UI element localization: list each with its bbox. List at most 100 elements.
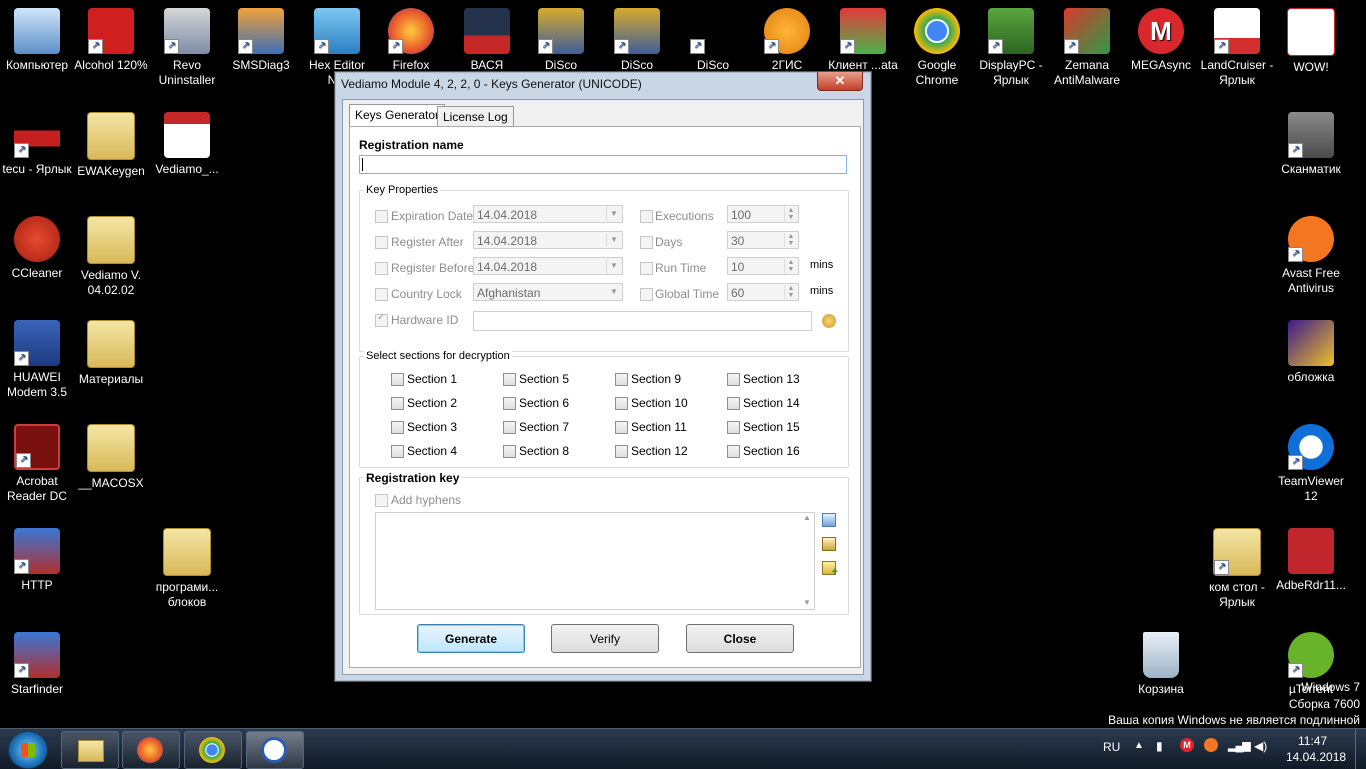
clock-time[interactable]: 11:47 [1298, 734, 1327, 748]
desktop-icon-adberdr[interactable]: AdbeRdr11... [1274, 528, 1348, 593]
desktop-icon-vediamo-folder[interactable]: Vediamo V. 04.02.02 [74, 216, 148, 298]
desktop-icon-zemana[interactable]: ↗ Zemana AntiMalware [1048, 8, 1126, 88]
desktop-icon-alcohol[interactable]: ↗ Alcohol 120% [74, 8, 148, 73]
run-time-checkbox[interactable] [640, 262, 653, 275]
desktop-icon-scanmatik[interactable]: ↗ Сканматик [1274, 112, 1348, 177]
desktop-icon-acrobat[interactable]: ↗ Acrobat Reader DC [0, 424, 74, 504]
days-checkbox[interactable] [640, 236, 653, 249]
desktop-icon-revo[interactable]: ↗ Revo Uninstaller [150, 8, 224, 88]
spinner-arrows-icon[interactable]: ▲ ▼ [784, 285, 797, 299]
add-hyphens-checkbox[interactable] [375, 494, 388, 507]
desktop-icon-ccleaner[interactable]: CCleaner [0, 216, 74, 281]
copy-icon[interactable] [822, 513, 836, 527]
taskbar-firefox[interactable] [122, 731, 180, 769]
global-time-spinner[interactable]: 60 ▲ ▼ [727, 283, 799, 301]
register-after-picker[interactable]: 14.04.2018 ▼ [473, 231, 623, 249]
taskbar-vediamo-keygen[interactable] [246, 731, 304, 769]
section-checkbox[interactable] [503, 373, 516, 386]
desktop-icon-displaypc[interactable]: ↗ DisplayPC - Ярлык [974, 8, 1048, 88]
desktop-icon-vediamo-pdf[interactable]: Vediamo_... [150, 112, 224, 177]
run-time-spinner[interactable]: 10 ▲ ▼ [727, 257, 799, 275]
show-hidden-icons[interactable]: ▲ [1134, 740, 1144, 751]
mega-tray-icon[interactable]: M [1180, 738, 1194, 752]
desktop-icon-client[interactable]: ↗ Клиент ...ata [826, 8, 900, 73]
desktop-icon-starfinder[interactable]: ↗ Starfinder [0, 632, 74, 697]
verify-button[interactable]: Verify [551, 624, 659, 653]
desktop-icon-cover[interactable]: обложка [1274, 320, 1348, 385]
hardware-id-lookup-icon[interactable] [822, 314, 836, 328]
show-desktop-button[interactable] [1355, 729, 1366, 769]
register-before-picker[interactable]: 14.04.2018 ▼ [473, 257, 623, 275]
section-checkbox[interactable] [727, 421, 740, 434]
keys-generator-window[interactable]: Vediamo Module 4, 2, 2, 0 - Keys Generat… [334, 71, 872, 682]
section-checkbox[interactable] [727, 397, 740, 410]
section-checkbox[interactable] [615, 373, 628, 386]
volume-icon[interactable]: ◀) [1254, 739, 1267, 753]
close-button[interactable]: Close [686, 624, 794, 653]
desktop-icon-disco-2[interactable]: ↗ DiSco [600, 8, 674, 73]
section-checkbox[interactable] [391, 397, 404, 410]
country-lock-checkbox[interactable] [375, 288, 388, 301]
desktop-icon-ewakeygen[interactable]: EWAKeygen [74, 112, 148, 179]
section-checkbox[interactable] [503, 445, 516, 458]
desktop-icon-teamviewer[interactable]: ↗ TeamViewer 12 [1274, 424, 1348, 504]
executions-checkbox[interactable] [640, 210, 653, 223]
desktop-icon-macosx[interactable]: __MACOSX [74, 424, 148, 491]
desktop-icon-wow[interactable]: WOW! [1274, 8, 1348, 75]
desktop-icon-recycle-bin[interactable]: Корзина [1124, 632, 1198, 697]
desktop-icon-computer[interactable]: Компьютер [0, 8, 74, 73]
calendar-dropdown-icon[interactable]: ▼ [606, 207, 621, 221]
tab-license-log[interactable]: License Log [437, 106, 514, 128]
registration-name-input[interactable] [359, 155, 847, 174]
spinner-arrows-icon[interactable]: ▲ ▼ [784, 259, 797, 273]
taskbar-explorer[interactable] [61, 731, 119, 769]
desktop-icon-smsdiag[interactable]: ↗ SMSDiag3 [224, 8, 298, 73]
signal-strength-icon[interactable]: ▂▄▆ [1228, 739, 1251, 752]
register-before-checkbox[interactable] [375, 262, 388, 275]
start-button[interactable] [8, 731, 48, 769]
tab-keys-generator[interactable]: Keys Generator [349, 104, 446, 128]
window-close-button[interactable]: ✕ [817, 72, 863, 91]
section-checkbox[interactable] [727, 373, 740, 386]
calendar-dropdown-icon[interactable]: ▼ [606, 259, 621, 273]
desktop-icon-vasya[interactable]: ВАСЯ [450, 8, 524, 73]
section-checkbox[interactable] [503, 421, 516, 434]
language-indicator[interactable]: RU [1103, 740, 1120, 754]
expiration-date-picker[interactable]: 14.04.2018 ▼ [473, 205, 623, 223]
clock-date[interactable]: 14.04.2018 [1286, 750, 1346, 764]
chevron-down-icon[interactable]: ▼ [607, 285, 621, 299]
taskbar-chrome[interactable] [184, 731, 242, 769]
desktop-icon-firefox[interactable]: ↗ Firefox [374, 8, 448, 73]
section-checkbox[interactable] [391, 421, 404, 434]
global-time-checkbox[interactable] [640, 288, 653, 301]
generate-button[interactable]: Generate [417, 624, 525, 653]
desktop-icon-chrome[interactable]: Google Chrome [900, 8, 974, 88]
executions-spinner[interactable]: 100 ▲ ▼ [727, 205, 799, 223]
spinner-arrows-icon[interactable]: ▲ ▼ [784, 233, 797, 247]
days-spinner[interactable]: 30 ▲ ▼ [727, 231, 799, 249]
usb-device-icon[interactable]: ▮ [1156, 739, 1163, 753]
register-after-checkbox[interactable] [375, 236, 388, 249]
country-lock-select[interactable]: Afghanistan ▼ [473, 283, 623, 301]
section-checkbox[interactable] [727, 445, 740, 458]
desktop-icon-programs-folder[interactable]: програми... блоков [150, 528, 224, 610]
hardware-id-checkbox[interactable]: ✓ [375, 312, 388, 327]
desktop-icon-tecu[interactable]: ↗ tecu - Ярлык [0, 112, 74, 177]
paste-icon[interactable] [822, 537, 836, 551]
calendar-dropdown-icon[interactable]: ▼ [606, 233, 621, 247]
section-checkbox[interactable] [615, 397, 628, 410]
desktop-icon-huawei[interactable]: ↗ HUAWEI Modem 3.5 [0, 320, 74, 400]
desktop-icon-megasync[interactable]: M MEGAsync [1124, 8, 1198, 73]
avast-tray-icon[interactable] [1204, 738, 1218, 752]
desktop-icon-desk-shortcut[interactable]: ↗ ком стол - Ярлык [1200, 528, 1274, 610]
save-key-icon[interactable]: + [822, 561, 838, 578]
section-checkbox[interactable] [615, 421, 628, 434]
section-checkbox[interactable] [503, 397, 516, 410]
section-checkbox[interactable] [615, 445, 628, 458]
expiration-date-checkbox[interactable] [375, 210, 388, 223]
section-checkbox[interactable] [391, 373, 404, 386]
desktop-icon-avast[interactable]: ↗ Avast Free Antivirus [1274, 216, 1348, 296]
desktop-icon-materials[interactable]: Материалы [74, 320, 148, 387]
desktop-icon-2gis[interactable]: ↗ 2ГИС [750, 8, 824, 73]
section-checkbox[interactable] [391, 445, 404, 458]
